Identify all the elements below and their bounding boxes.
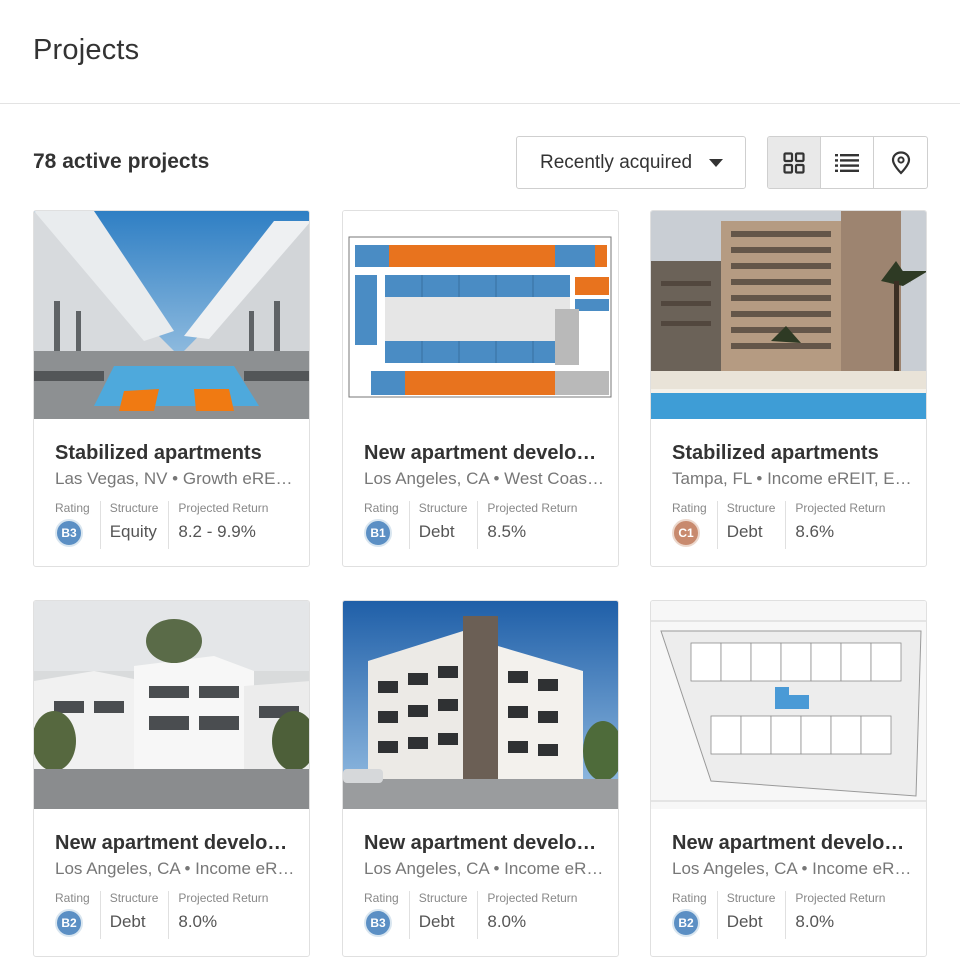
structure-value: Debt xyxy=(726,912,763,931)
page-header: Projects xyxy=(0,0,960,104)
project-title: New apartment development xyxy=(364,832,604,854)
structure-label: Structure xyxy=(418,501,468,515)
project-rendering-modern-building xyxy=(343,601,618,809)
project-floor-plan xyxy=(343,211,618,419)
structure-value: Debt xyxy=(418,912,455,931)
rating-badge: B2 xyxy=(55,909,83,937)
projected-return-value: 8.6% xyxy=(795,522,835,541)
caret-down-icon xyxy=(709,159,723,167)
projected-return-label: Projected Return xyxy=(487,501,578,515)
rating-badge: B3 xyxy=(55,519,83,547)
structure-value: Equity xyxy=(109,522,157,541)
project-location: Tampa, FL • Income eREIT, East Coast eRE… xyxy=(672,469,912,488)
structure-label: Structure xyxy=(418,891,468,905)
map-view-button[interactable] xyxy=(874,137,927,188)
rating-badge: B1 xyxy=(364,519,392,547)
project-location: Las Vegas, NV • Growth eREIT, West Coast… xyxy=(55,469,295,488)
rating-label: Rating xyxy=(364,501,399,515)
structure-label: Structure xyxy=(109,891,159,905)
project-title: Stabilized apartments xyxy=(55,442,262,464)
project-meta: Rating B1 Structure Debt Projected Retur… xyxy=(364,501,596,549)
project-meta: Rating B2 Structure Debt Projected Retur… xyxy=(672,891,904,939)
project-meta: Rating C1 Structure Debt Projected Retur… xyxy=(672,501,904,549)
rating-badge: B3 xyxy=(364,909,392,937)
project-photo-high-rise xyxy=(651,211,926,419)
structure-label: Structure xyxy=(726,501,776,515)
project-meta: Rating B3 Structure Equity Projected Ret… xyxy=(55,501,287,549)
page-title: Projects xyxy=(33,34,140,66)
project-title: Stabilized apartments xyxy=(672,442,879,464)
project-card[interactable]: New apartment development Los Angeles, C… xyxy=(342,600,619,957)
rating-badge: C1 xyxy=(672,519,700,547)
structure-label: Structure xyxy=(109,501,159,515)
rating-label: Rating xyxy=(672,891,707,905)
project-site-plan xyxy=(651,601,926,809)
sort-selected-value: Recently acquired xyxy=(540,151,693,173)
projected-return-label: Projected Return xyxy=(178,891,269,905)
project-location: Los Angeles, CA • West Coast eREIT xyxy=(364,469,604,488)
projected-return-label: Projected Return xyxy=(795,891,886,905)
project-title: New apartment development xyxy=(364,442,604,464)
sort-dropdown[interactable]: Recently acquired xyxy=(516,136,746,189)
rating-label: Rating xyxy=(55,501,90,515)
project-title: New apartment development xyxy=(672,832,912,854)
project-location: Los Angeles, CA • Income eREIT xyxy=(672,859,912,878)
rating-label: Rating xyxy=(672,501,707,515)
project-card[interactable]: Stabilized apartments Tampa, FL • Income… xyxy=(650,210,927,567)
project-location: Los Angeles, CA • Income eREIT xyxy=(364,859,604,878)
project-card[interactable]: New apartment development Los Angeles, C… xyxy=(650,600,927,957)
active-projects-count: 78 active projects xyxy=(33,150,210,173)
rating-badge: B2 xyxy=(672,909,700,937)
project-meta: Rating B2 Structure Debt Projected Retur… xyxy=(55,891,287,939)
rating-label: Rating xyxy=(364,891,399,905)
projected-return-label: Projected Return xyxy=(178,501,269,515)
list-view-button[interactable] xyxy=(821,137,874,188)
project-card[interactable]: New apartment development Los Angeles, C… xyxy=(33,600,310,957)
projected-return-label: Projected Return xyxy=(795,501,886,515)
project-card[interactable]: Stabilized apartments Las Vegas, NV • Gr… xyxy=(33,210,310,567)
structure-label: Structure xyxy=(726,891,776,905)
project-card[interactable]: New apartment development Los Angeles, C… xyxy=(342,210,619,567)
projected-return-value: 8.0% xyxy=(178,912,218,931)
grid-view-button[interactable] xyxy=(768,137,821,188)
rating-label: Rating xyxy=(55,891,90,905)
projected-return-value: 8.2 - 9.9% xyxy=(178,522,256,541)
structure-value: Debt xyxy=(418,522,455,541)
projected-return-value: 8.0% xyxy=(487,912,527,931)
projected-return-label: Projected Return xyxy=(487,891,578,905)
map-pin-icon xyxy=(891,150,910,175)
project-meta: Rating B3 Structure Debt Projected Retur… xyxy=(364,891,596,939)
view-mode-toggle xyxy=(767,136,928,189)
structure-value: Debt xyxy=(109,912,146,931)
structure-value: Debt xyxy=(726,522,763,541)
project-photo-rooftop-pool xyxy=(34,211,309,419)
list-icon xyxy=(835,153,859,172)
project-location: Los Angeles, CA • Income eREIT xyxy=(55,859,295,878)
projected-return-value: 8.5% xyxy=(487,522,527,541)
project-rendering-white-apartments xyxy=(34,601,309,809)
grid-icon xyxy=(783,151,805,174)
project-title: New apartment development xyxy=(55,832,295,854)
projected-return-value: 8.0% xyxy=(795,912,835,931)
